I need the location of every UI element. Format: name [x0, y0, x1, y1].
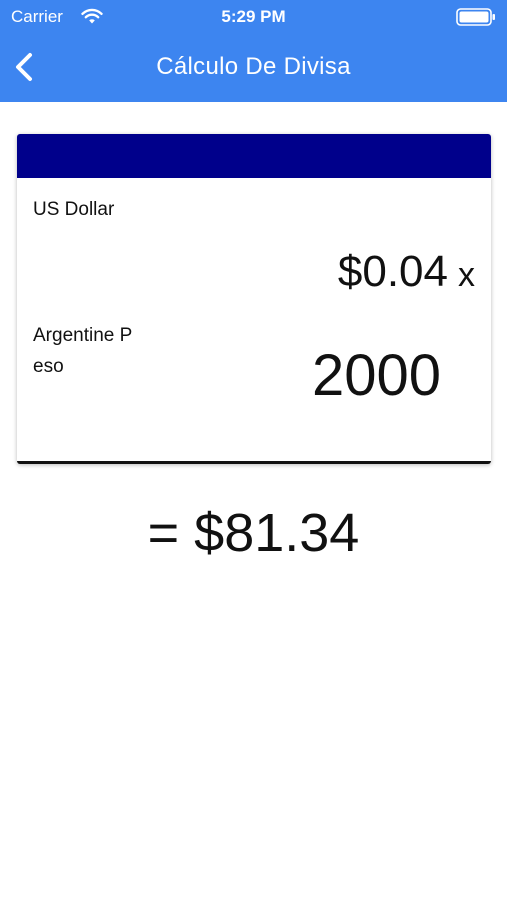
exchange-rate-value: $0.04	[337, 247, 448, 296]
amount-input[interactable]: 2000	[312, 344, 441, 408]
battery-icon	[456, 8, 495, 26]
top-bar: Carrier 5:29 PM Cálculo De Divisa	[0, 0, 507, 102]
status-bar: Carrier 5:29 PM	[0, 0, 507, 34]
multiply-operator: x	[458, 256, 475, 294]
exchange-rate: $0.04 x	[338, 246, 475, 301]
base-currency-label: US Dollar	[33, 199, 115, 220]
status-time: 5:29 PM	[221, 7, 286, 26]
conversion-card: US Dollar $0.04 x Argentine Peso 2000	[17, 134, 491, 464]
target-currency-label: Argentine Peso	[33, 325, 133, 377]
nav-bar: Cálculo De Divisa	[0, 34, 507, 102]
page-title: Cálculo De Divisa	[156, 53, 351, 80]
conversion-result: = $81.34	[147, 503, 360, 563]
card-header	[17, 134, 491, 178]
